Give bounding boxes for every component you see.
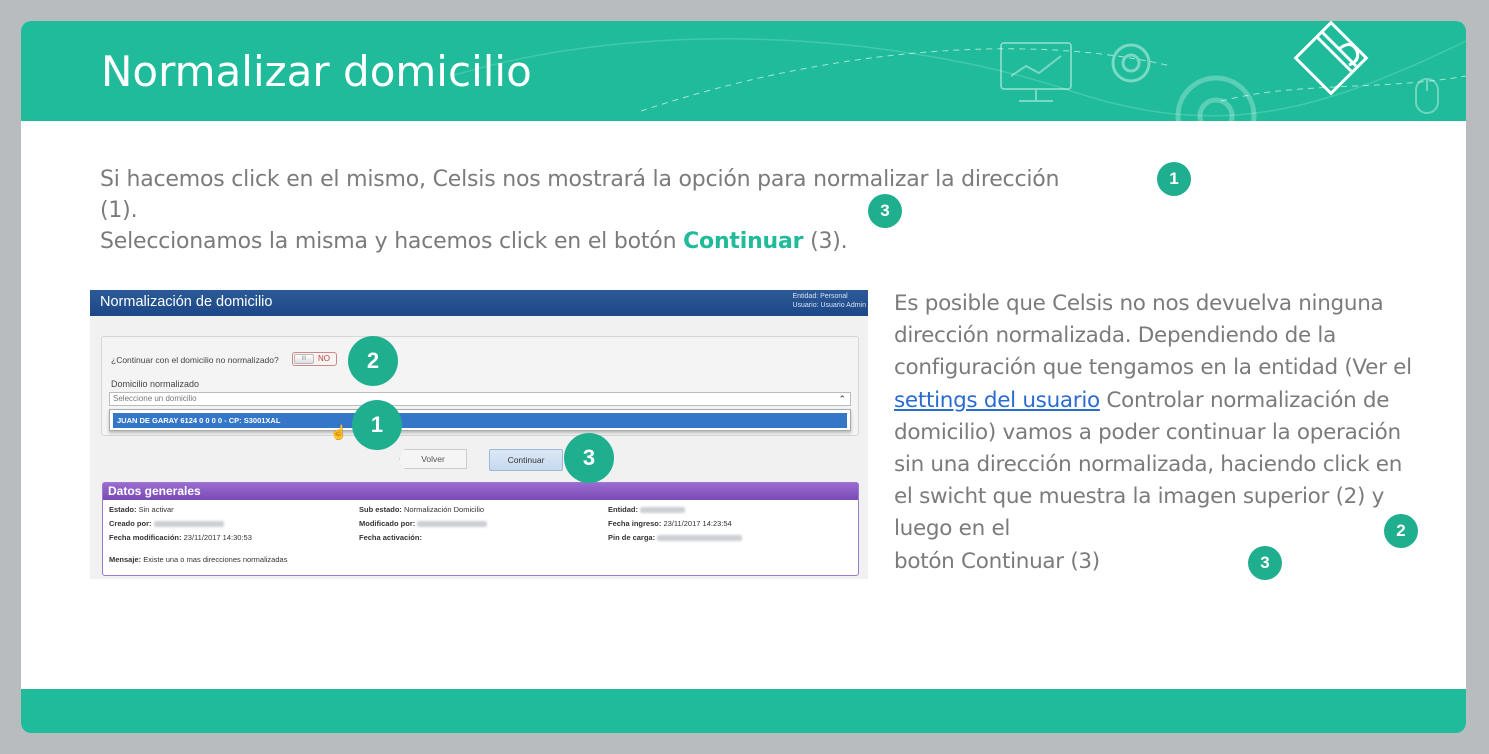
pin-field: Pin de carga: xyxy=(608,533,743,542)
badge-2-large: 2 xyxy=(348,336,398,386)
screenshot-meta: Entidad: Personal Usuario: Usuario Admin xyxy=(792,292,866,310)
chevron-up-icon: ⌃ xyxy=(838,394,846,404)
fecha-mod-label: Fecha modificación: xyxy=(109,533,182,542)
gear-icon xyxy=(1111,43,1151,83)
entidad-field: Entidad: xyxy=(608,505,686,514)
fecha-ingreso-value: 23/11/2017 14:23:54 xyxy=(663,519,732,528)
badge-1-large: 1 xyxy=(352,400,402,450)
badge-1: 1 xyxy=(1157,162,1191,196)
estado-field: Estado: Sin activar xyxy=(109,505,174,514)
badge-3-side: 3 xyxy=(1248,546,1282,580)
entidad-label: Entidad: xyxy=(608,505,638,514)
intro-line-1: Si hacemos click en el mismo, Celsis nos… xyxy=(100,167,1060,223)
datos-generales-panel: Datos generales Estado: Sin activar Sub … xyxy=(102,482,859,576)
intro-line-2-pre: Seleccionamos la misma y hacemos click e… xyxy=(100,229,684,254)
intro-text: Si hacemos click en el mismo, Celsis nos… xyxy=(100,164,1100,257)
mensaje-value: Existe una o mas direcciones normalizada… xyxy=(143,555,288,564)
logo-icon xyxy=(1293,21,1369,96)
toggle-knob: III xyxy=(294,354,314,364)
redacted-value xyxy=(417,521,488,528)
domicilio-select[interactable]: Seleccione un domicilio ⌃ xyxy=(109,392,851,406)
embedded-screenshot: Normalización de domicilio Entidad: Pers… xyxy=(90,290,868,579)
hand-cursor-icon: ☝ xyxy=(330,424,348,440)
continue-toggle[interactable]: III NO xyxy=(292,352,337,366)
slide: Normalizar domicilio Si hacemos click en… xyxy=(21,21,1466,733)
mensaje-label: Mensaje: xyxy=(109,555,142,564)
monitor-icon xyxy=(1000,42,1072,102)
fecha-mod-value: 23/11/2017 14:30:53 xyxy=(183,533,252,542)
fecha-act-label: Fecha activación: xyxy=(359,533,422,542)
slide-header: Normalizar domicilio xyxy=(21,21,1466,121)
fecha-ingreso-label: Fecha ingreso: xyxy=(608,519,662,528)
intro-line-2: Seleccionamos la misma y hacemos click e… xyxy=(100,226,1100,257)
select-placeholder: Seleccione un domicilio xyxy=(113,394,197,403)
modificado-field: Modificado por: xyxy=(359,519,488,528)
domicilio-label: Domicilio normalizado xyxy=(111,379,200,389)
pin-label: Pin de carga: xyxy=(608,533,656,542)
sub-estado-field: Sub estado: Normalización Domicilio xyxy=(359,505,484,514)
volver-button[interactable]: Volver xyxy=(399,449,467,469)
fecha-ingreso-field: Fecha ingreso: 23/11/2017 14:23:54 xyxy=(608,519,732,528)
screenshot-title: Normalización de domicilio xyxy=(100,294,273,310)
page-title: Normalizar domicilio xyxy=(101,47,532,96)
slide-footer xyxy=(21,689,1466,733)
creado-label: Creado por: xyxy=(109,519,152,528)
creado-field: Creado por: xyxy=(109,519,224,528)
redacted-value xyxy=(640,507,686,514)
sub-estado-label: Sub estado: xyxy=(359,505,402,514)
badge-2: 2 xyxy=(1384,514,1418,548)
sub-estado-value: Normalización Domicilio xyxy=(404,505,485,514)
domicilio-option[interactable]: JUAN DE GARAY 6124 0 0 0 0 - CP: S3001XA… xyxy=(113,413,847,428)
side-text: Es posible que Celsis no nos devuelva ni… xyxy=(894,288,1424,578)
toggle-value: NO xyxy=(318,354,330,363)
question-label: ¿Continuar con el domicilio no normaliza… xyxy=(111,355,279,365)
settings-link[interactable]: settings del usuario xyxy=(894,388,1100,413)
side-text-part1: Es posible que Celsis no nos devuelva ni… xyxy=(894,291,1412,381)
continuar-emphasis: Continuar xyxy=(683,229,804,254)
meta-entidad: Entidad: Personal xyxy=(792,293,848,300)
redacted-value xyxy=(657,535,743,542)
domicilio-dropdown: JUAN DE GARAY 6124 0 0 0 0 - CP: S3001XA… xyxy=(109,409,851,431)
meta-usuario: Usuario: Usuario Admin xyxy=(792,302,866,309)
badge-3: 3 xyxy=(868,194,902,228)
side-text-part3: botón Continuar (3) xyxy=(894,548,1100,574)
datos-generales-title: Datos generales xyxy=(103,483,858,500)
fecha-mod-field: Fecha modificación: 23/11/2017 14:30:53 xyxy=(109,533,252,542)
fecha-act-field: Fecha activación: xyxy=(359,533,422,542)
mensaje-field: Mensaje: Existe una o mas direcciones no… xyxy=(109,555,287,564)
redacted-value xyxy=(153,521,224,528)
modificado-label: Modificado por: xyxy=(359,519,416,528)
mouse-icon xyxy=(1415,78,1439,114)
intro-line-2-post: (3). xyxy=(803,229,848,254)
estado-value: Sin activar xyxy=(138,505,174,514)
screenshot-header: Normalización de domicilio Entidad: Pers… xyxy=(90,290,868,316)
estado-label: Estado: xyxy=(109,505,137,514)
continuar-button[interactable]: Continuar xyxy=(489,449,563,471)
badge-3-large: 3 xyxy=(564,433,614,483)
